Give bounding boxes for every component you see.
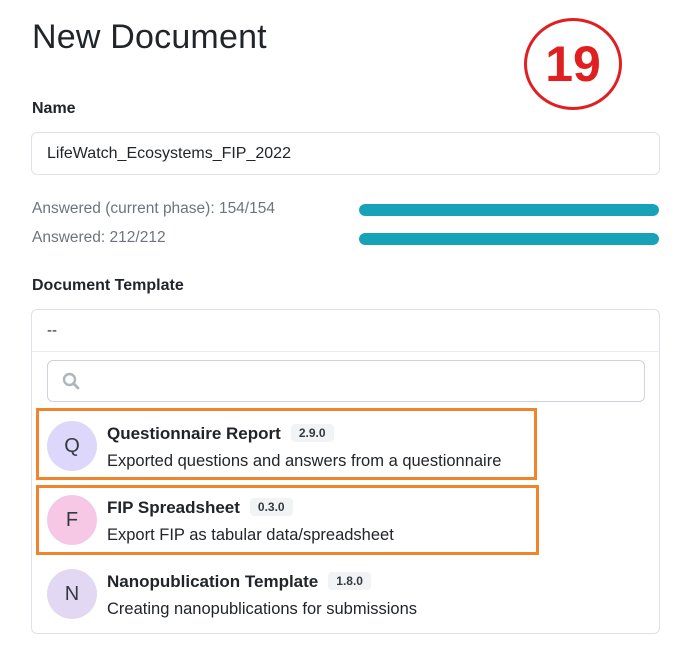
- document-template-selected-value[interactable]: --: [32, 310, 659, 352]
- template-version-badge: 0.3.0: [249, 498, 293, 516]
- name-label: Name: [32, 100, 76, 117]
- progress-current-phase: Answered (current phase): 154/154: [32, 200, 660, 220]
- template-description: Exported questions and answers from a qu…: [107, 452, 502, 470]
- template-name-text: FIP Spreadsheet: [107, 498, 240, 517]
- template-description: Creating nanopublications for submission…: [107, 600, 418, 618]
- template-version-badge: 2.9.0: [290, 424, 334, 442]
- template-option-nanopublication-template[interactable]: N Nanopublication Template 1.8.0 Creating…: [32, 558, 659, 630]
- progress-current-phase-label: Answered (current phase): 154/154: [32, 200, 275, 217]
- progress-total-fill: [359, 233, 659, 245]
- template-name: Questionnaire Report 2.9.0: [107, 424, 334, 444]
- progress-total-label: Answered: 212/212: [32, 229, 166, 246]
- template-search-box[interactable]: [47, 360, 645, 402]
- template-name: FIP Spreadsheet 0.3.0: [107, 498, 293, 518]
- template-avatar: Q: [47, 421, 97, 471]
- name-input[interactable]: [31, 132, 660, 175]
- progress-current-phase-bar: [359, 204, 659, 216]
- template-name-text: Questionnaire Report: [107, 424, 281, 443]
- progress-current-phase-fill: [359, 204, 659, 216]
- template-version-badge: 1.8.0: [328, 572, 371, 590]
- search-icon: [62, 372, 80, 390]
- template-avatar: N: [47, 569, 97, 619]
- progress-total: Answered: 212/212: [32, 229, 660, 249]
- template-name: Nanopublication Template 1.8.0: [107, 572, 371, 592]
- document-template-dropdown[interactable]: -- Q Questionnaire Report 2.9.0 Exported …: [31, 309, 660, 634]
- document-template-label: Document Template: [32, 277, 184, 294]
- template-option-questionnaire-report[interactable]: Q Questionnaire Report 2.9.0 Exported que…: [32, 410, 659, 482]
- step-number-badge: 19: [524, 18, 622, 110]
- template-search-input[interactable]: [92, 361, 632, 401]
- template-avatar: F: [47, 495, 97, 545]
- progress-total-bar: [359, 233, 659, 245]
- page-title: New Document: [32, 18, 267, 56]
- template-option-fip-spreadsheet[interactable]: F FIP Spreadsheet 0.3.0 Export FIP as tab…: [32, 484, 659, 556]
- template-description: Export FIP as tabular data/spreadsheet: [107, 526, 394, 544]
- template-name-text: Nanopublication Template: [107, 572, 319, 591]
